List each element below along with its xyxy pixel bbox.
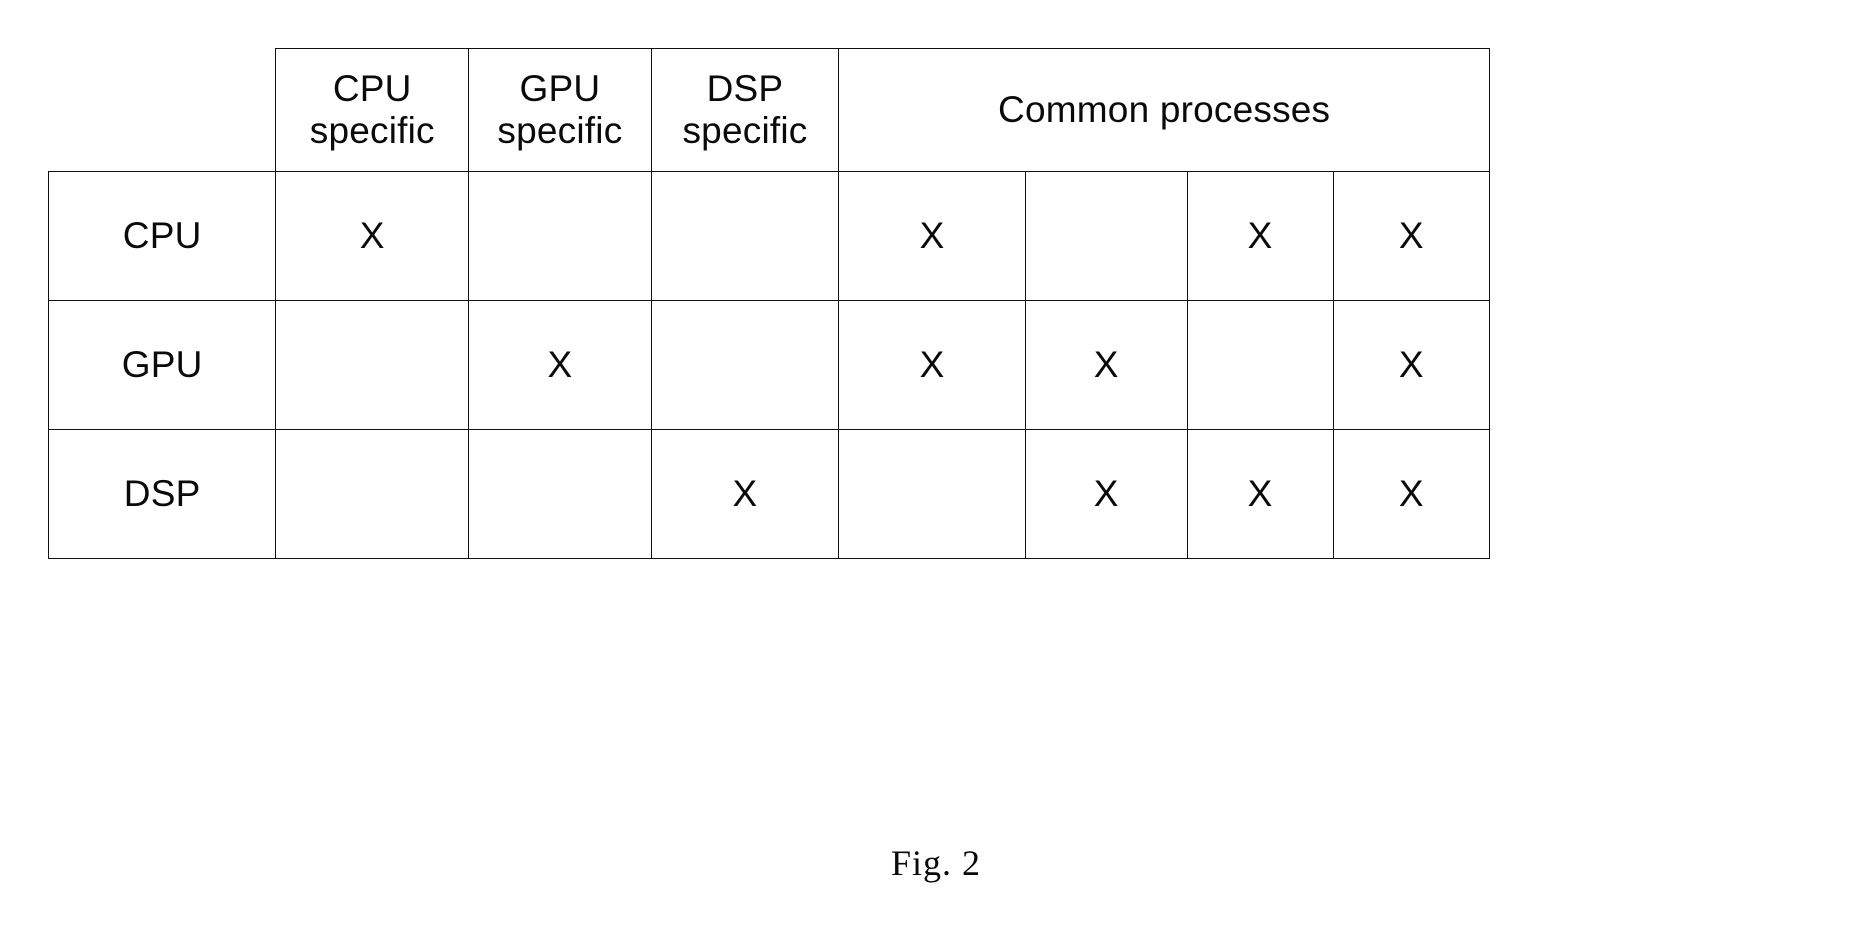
- cell-cpu-cpu-specific: X: [275, 171, 470, 301]
- cell-dsp-gpu-specific: [468, 429, 652, 559]
- cell-dsp-common-1: [838, 429, 1026, 559]
- header-dsp-specific-line1: DSP: [706, 67, 784, 109]
- cell-gpu-common-1: X: [838, 300, 1026, 430]
- table-header-row: CPU specific GPU specific DSP specific C…: [48, 48, 1490, 172]
- row-label-dsp: DSP: [47, 429, 277, 559]
- cell-gpu-cpu-specific: [275, 300, 470, 430]
- cell-dsp-dsp-specific: X: [650, 429, 840, 559]
- header-cpu-specific-line2: specific: [309, 110, 435, 151]
- cell-gpu-dsp-specific: [650, 300, 840, 430]
- table-row-cpu: CPU X X X X: [47, 171, 1491, 301]
- cell-dsp-common-4: X: [1332, 429, 1491, 559]
- cell-cpu-dsp-specific: [650, 171, 840, 301]
- cell-gpu-gpu-specific: X: [468, 300, 652, 430]
- processor-process-matrix: CPU specific GPU specific DSP specific C…: [47, 48, 1491, 559]
- header-cpu-specific: CPU specific: [275, 48, 470, 172]
- cell-cpu-gpu-specific: [468, 171, 652, 301]
- row-label-gpu: GPU: [47, 300, 277, 430]
- figure-container: CPU specific GPU specific DSP specific C…: [0, 0, 1872, 928]
- cell-cpu-common-1: X: [838, 171, 1026, 301]
- cell-cpu-common-3: X: [1186, 171, 1334, 301]
- cell-dsp-common-3: X: [1186, 429, 1334, 559]
- cell-dsp-common-2: X: [1024, 429, 1188, 559]
- header-cpu-specific-line1: CPU: [332, 67, 412, 109]
- header-corner-cell: [48, 48, 277, 172]
- table-row-dsp: DSP X X X X: [47, 429, 1491, 559]
- header-dsp-specific: DSP specific: [650, 48, 840, 172]
- figure-caption: Fig. 2: [890, 843, 982, 883]
- cell-dsp-cpu-specific: [275, 429, 470, 559]
- header-dsp-specific-line2: specific: [682, 110, 808, 151]
- header-gpu-specific-line1: GPU: [519, 67, 601, 109]
- cell-cpu-common-2: [1024, 171, 1188, 301]
- header-gpu-specific: GPU specific: [468, 48, 652, 172]
- cell-gpu-common-4: X: [1332, 300, 1491, 430]
- header-common-processes: Common processes: [838, 48, 1490, 172]
- header-gpu-specific-line2: specific: [497, 110, 623, 151]
- cell-cpu-common-4: X: [1332, 171, 1491, 301]
- table-row-gpu: GPU X X X X: [47, 300, 1491, 430]
- row-label-cpu: CPU: [47, 171, 277, 301]
- cell-gpu-common-3: [1186, 300, 1334, 430]
- table-body: CPU X X X X GPU X X X X DSP X X X X: [47, 171, 1491, 559]
- cell-gpu-common-2: X: [1024, 300, 1188, 430]
